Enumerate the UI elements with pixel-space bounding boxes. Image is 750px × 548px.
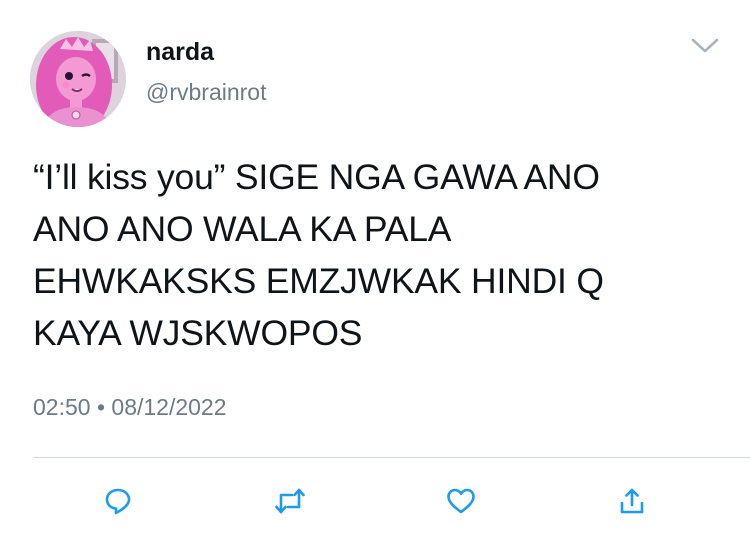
tweet-date: 08/12/2022 xyxy=(111,394,227,420)
like-button[interactable] xyxy=(441,481,481,521)
chevron-down-icon xyxy=(691,38,719,53)
tweet-text-line: ANO ANO WALA KA PALA xyxy=(33,209,452,249)
tweet-text-line: EHWKAKSKS EMZJWKAK HINDI Q xyxy=(33,261,604,301)
share-icon xyxy=(620,488,644,514)
tweet-text-line: “I’ll kiss you” SIGE NGA GAWA ANO xyxy=(33,157,600,197)
tweet-text-line: KAYA WJSKWOPOS xyxy=(33,313,363,353)
share-button[interactable] xyxy=(612,481,652,521)
tweet-text: “I’ll kiss you” SIGE NGA GAWA ANO ANO AN… xyxy=(33,151,733,359)
reply-button[interactable] xyxy=(98,481,138,521)
more-options-button[interactable] xyxy=(688,33,722,59)
retweet-button[interactable] xyxy=(270,481,310,521)
heart-icon xyxy=(447,488,475,514)
meta-separator: • xyxy=(96,394,106,420)
tweet-timestamp[interactable]: 02:50 • 08/12/2022 xyxy=(33,392,227,422)
retweet-icon xyxy=(275,488,305,514)
avatar[interactable] xyxy=(30,31,126,127)
reply-icon xyxy=(105,488,131,515)
user-handle[interactable]: @rvbrainrot xyxy=(146,78,267,106)
avatar-image xyxy=(30,31,126,127)
display-name[interactable]: narda xyxy=(146,37,214,67)
divider xyxy=(33,457,750,458)
tweet-time: 02:50 xyxy=(33,394,91,420)
tweet-card: narda @rvbrainrot “I’ll kiss you” SIGE N… xyxy=(0,0,750,548)
